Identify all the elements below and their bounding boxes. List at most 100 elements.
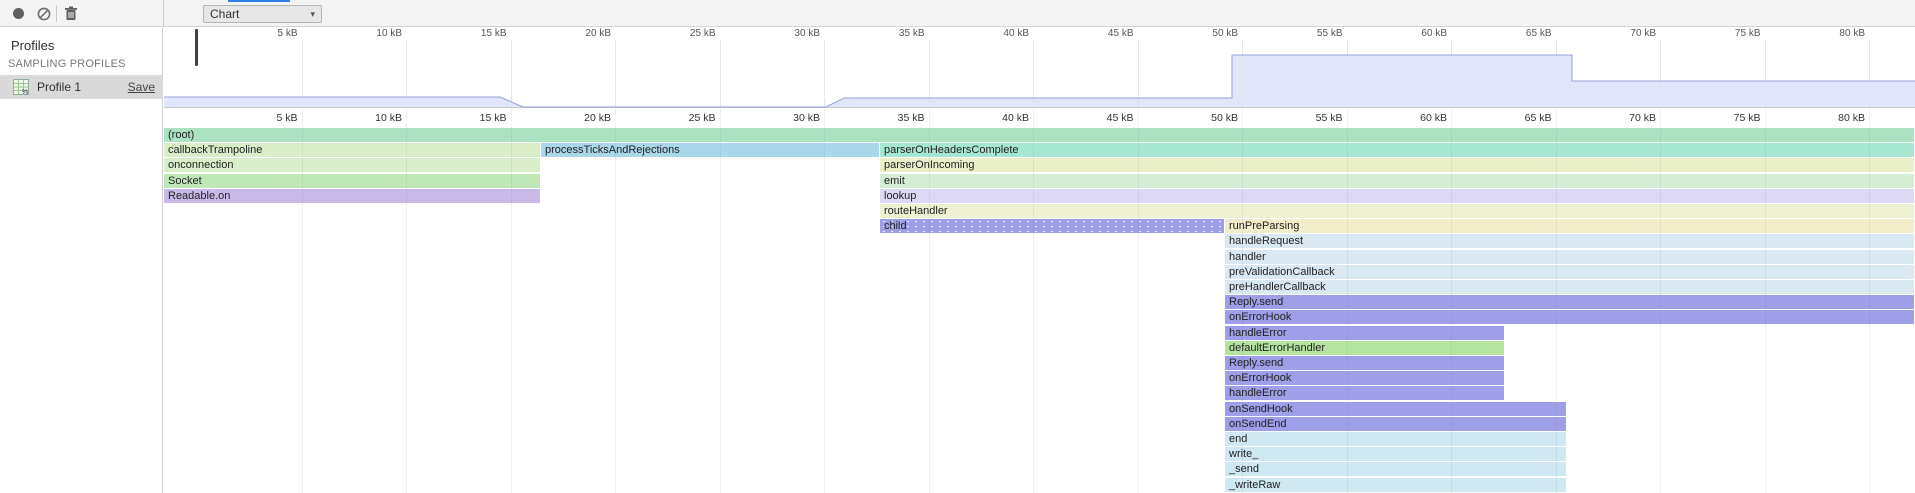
- overview-tick-label: 80 kB: [1839, 28, 1869, 40]
- memory-overview[interactable]: 5 kB 10 kB 15 kB 20 kB 25 kB 30 kB 35 kB 40 kB 4…: [164, 27, 1915, 108]
- flame-gridline: [824, 109, 825, 493]
- flame-bar[interactable]: callbackTrampoline: [164, 143, 540, 157]
- flame-bar[interactable]: runPreParsing: [1225, 219, 1914, 233]
- flame-tick-label: 50 kB: [1211, 112, 1242, 125]
- flame-gridline: [1138, 109, 1139, 493]
- overview-tick-label: 55 kB: [1317, 28, 1347, 40]
- flame-tick-label: 20 kB: [584, 112, 615, 125]
- flame-bar[interactable]: onErrorHook: [1225, 310, 1914, 324]
- flame-bar[interactable]: routeHandler: [880, 204, 1914, 218]
- flame-gridline: [406, 109, 407, 493]
- flame-bar[interactable]: end: [1225, 432, 1566, 446]
- delete-profile-button[interactable]: [60, 3, 82, 24]
- save-profile-link[interactable]: Save: [128, 80, 155, 94]
- svg-text:%: %: [22, 89, 28, 95]
- flame-bar[interactable]: processTicksAndRejections: [541, 143, 879, 157]
- flame-bar[interactable]: write_: [1225, 447, 1566, 461]
- flame-bar[interactable]: _writeRaw: [1225, 478, 1566, 492]
- flame-bar[interactable]: Socket: [164, 174, 540, 188]
- overview-tick-label: 60 kB: [1421, 28, 1451, 40]
- allocation-chart-pane: 5 kB 10 kB 15 kB 20 kB 25 kB 30 kB 35 kB 40 kB 4…: [164, 27, 1915, 493]
- flame-tick-label: 45 kB: [1107, 112, 1138, 125]
- flame-bar[interactable]: Readable.on: [164, 189, 540, 203]
- flame-bar[interactable]: emit: [880, 174, 1914, 188]
- flame-bar[interactable]: handleError: [1225, 326, 1504, 340]
- flame-gridline: [1556, 109, 1557, 493]
- flame-bar[interactable]: defaultErrorHandler: [1225, 341, 1504, 355]
- flame-tick-label: 55 kB: [1316, 112, 1347, 125]
- clear-profiles-button[interactable]: [33, 3, 55, 24]
- overview-tick-label: 70 kB: [1630, 28, 1660, 40]
- flame-tick-label: 40 kB: [1002, 112, 1033, 125]
- flame-tick-label: 35 kB: [898, 112, 929, 125]
- flame-gridline: [1869, 109, 1870, 493]
- view-mode-select[interactable]: Chart ▾: [203, 5, 322, 23]
- flame-bar[interactable]: Reply.send: [1225, 356, 1504, 370]
- chevron-down-icon: ▾: [310, 9, 315, 20]
- flame-bar[interactable]: (root): [164, 128, 1914, 142]
- flame-gridline: [1451, 109, 1452, 493]
- flame-bar[interactable]: parserOnIncoming: [880, 158, 1914, 172]
- overview-tick-label: 30 kB: [794, 28, 824, 40]
- flame-bar[interactable]: onconnection: [164, 158, 540, 172]
- flame-tick-label: 65 kB: [1525, 112, 1556, 125]
- flame-tick-label: 15 kB: [480, 112, 511, 125]
- flame-bar[interactable]: onErrorHook: [1225, 371, 1504, 385]
- flame-bar[interactable]: lookup: [880, 189, 1914, 203]
- overview-tick-label: 65 kB: [1526, 28, 1556, 40]
- flame-tick-label: 5 kB: [276, 112, 301, 125]
- flame-bar[interactable]: preValidationCallback: [1225, 265, 1914, 279]
- flame-tick-label: 25 kB: [689, 112, 720, 125]
- overview-tick-label: 5 kB: [277, 28, 301, 40]
- flame-tick-label: 30 kB: [793, 112, 824, 125]
- sidebar-title: Profiles: [11, 38, 54, 53]
- flame-gridline: [302, 109, 303, 493]
- sampling-profiles-section-label: SAMPLING PROFILES: [8, 58, 126, 70]
- flame-gridline: [511, 109, 512, 493]
- overview-tick-label: 25 kB: [690, 28, 720, 40]
- record-icon: [12, 7, 25, 20]
- flame-tick-label: 10 kB: [375, 112, 406, 125]
- overview-tick-label: 45 kB: [1108, 28, 1138, 40]
- flame-gridline: [1765, 109, 1766, 493]
- sidebar-item-profile-1[interactable]: % Profile 1 Save: [0, 75, 163, 99]
- toolbar-separator: [56, 5, 57, 22]
- flame-bar[interactable]: handleRequest: [1225, 234, 1914, 248]
- flame-chart[interactable]: (root)callbackTrampolineprocessTicksAndR…: [164, 109, 1915, 493]
- flame-gridline: [1033, 109, 1034, 493]
- flame-bar[interactable]: onSendEnd: [1225, 417, 1566, 431]
- flame-gridline: [720, 109, 721, 493]
- block-icon: [37, 7, 51, 21]
- view-mode-value: Chart: [210, 7, 239, 21]
- flame-bar[interactable]: preHandlerCallback: [1225, 280, 1914, 294]
- flame-gridline: [1242, 109, 1243, 493]
- overview-tick-label: 10 kB: [376, 28, 406, 40]
- selection-left-grabber[interactable]: [195, 29, 198, 66]
- record-button[interactable]: [7, 3, 29, 24]
- flame-bar[interactable]: parserOnHeadersComplete: [880, 143, 1914, 157]
- flame-gridline: [1660, 109, 1661, 493]
- toolbar: Chart ▾: [0, 0, 1915, 27]
- profile-grid-icon: %: [13, 79, 29, 95]
- overview-tick-label: 20 kB: [585, 28, 615, 40]
- flame-bar[interactable]: handler: [1225, 250, 1914, 264]
- flame-gridline: [615, 109, 616, 493]
- trash-icon: [64, 6, 78, 21]
- flame-bar[interactable]: handleError: [1225, 386, 1504, 400]
- flame-tick-label: 70 kB: [1629, 112, 1660, 125]
- flame-bar[interactable]: onSendHook: [1225, 402, 1566, 416]
- flame-gridline: [929, 109, 930, 493]
- active-tab-underline: [228, 0, 290, 2]
- profile-name: Profile 1: [37, 80, 81, 94]
- toolbar-pane-separator: [163, 0, 164, 27]
- overview-tick-label: 35 kB: [899, 28, 929, 40]
- flame-tick-label: 60 kB: [1420, 112, 1451, 125]
- overview-tick-label: 75 kB: [1735, 28, 1765, 40]
- flame-bar[interactable]: child: [880, 219, 1224, 233]
- flame-bar[interactable]: _send: [1225, 462, 1566, 476]
- overview-tick-label: 15 kB: [481, 28, 511, 40]
- flame-bar[interactable]: Reply.send: [1225, 295, 1914, 309]
- overview-tick-label: 40 kB: [1003, 28, 1033, 40]
- profiles-sidebar: Profiles SAMPLING PROFILES % Profile 1 S…: [0, 28, 163, 493]
- overview-tick-label: 50 kB: [1212, 28, 1242, 40]
